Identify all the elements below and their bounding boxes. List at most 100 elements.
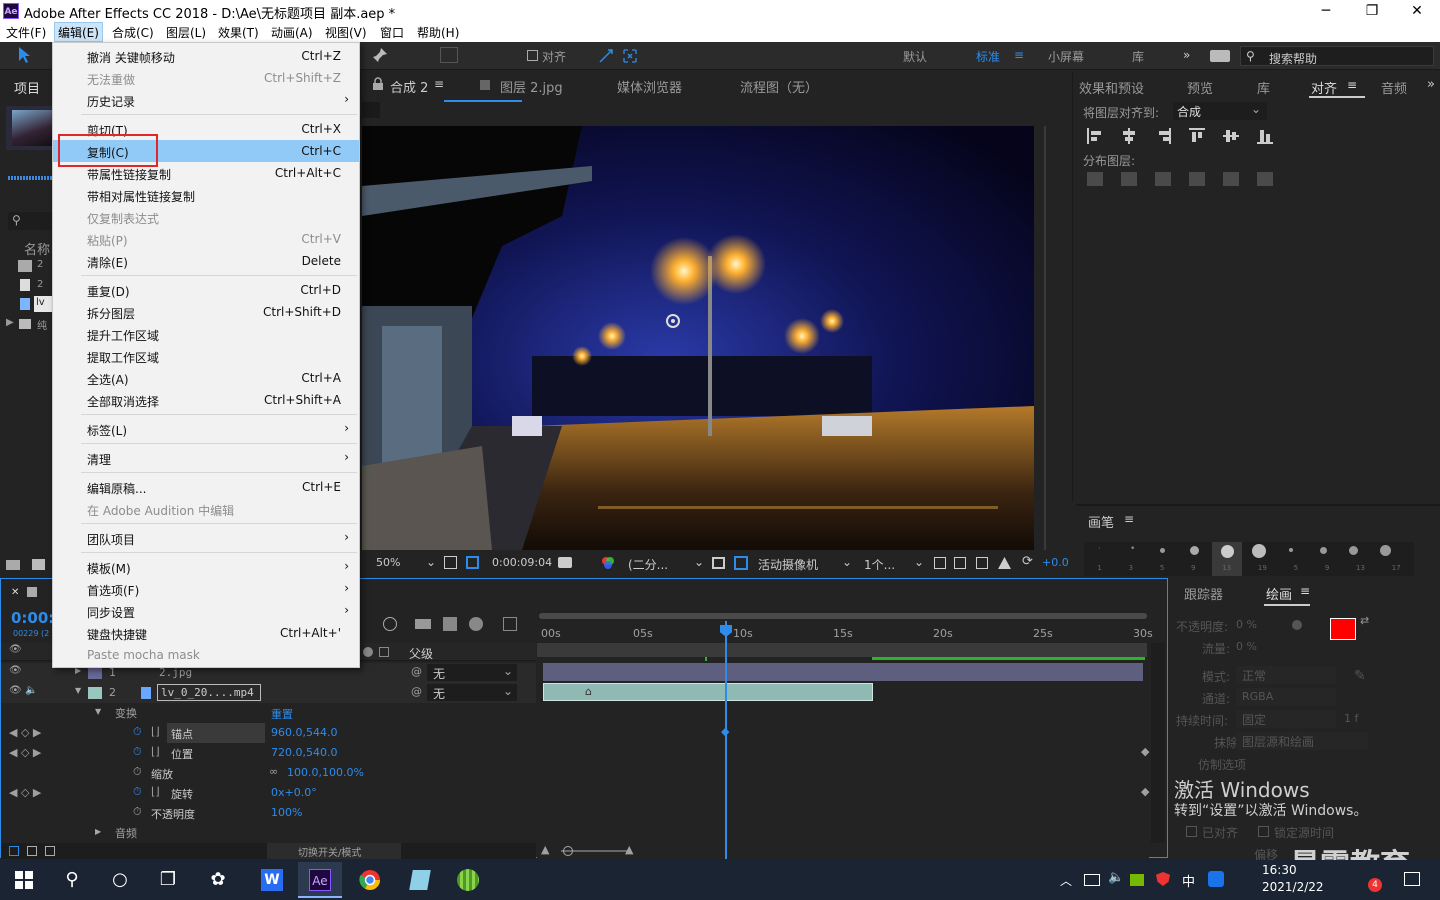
zoom-dropdown[interactable]: 50% [376,556,400,569]
layer-row-2[interactable]: 👁 🔈 ▼ 2 lv_0_20....mp4 @ 无 ⌄ [1,683,536,703]
draft-3d-icon[interactable] [383,617,397,631]
property-row-anchor[interactable]: ◀ ◇ ▶ ⏱ ⌊⌋ 锚点 960.0,544.0 [1,723,536,743]
parent-pickwhip-icon[interactable]: @ [411,665,422,678]
exposure-value[interactable]: +0.0 [1042,556,1069,569]
edit-menu-item-17[interactable]: 全部取消选择 Ctrl+Shift+A [53,389,359,411]
clock-date[interactable]: 2021/2/22 [1262,880,1324,894]
erase-dropdown[interactable]: 图层源和绘画 [1236,732,1368,750]
graph-icon[interactable]: ⌊⌋ [151,785,160,798]
audio-speaker-icon[interactable]: 🔈 [25,685,37,696]
tab-menu-icon[interactable]: ≡ [434,77,444,91]
pinwheel-app-icon[interactable]: ✿ [196,862,240,898]
layer-label-color[interactable] [88,687,102,699]
opacity-value[interactable]: 0 % [1236,618,1257,631]
tab-menu-icon[interactable]: ≡ [1347,78,1357,92]
eyedropper-icon[interactable]: ✎ [1354,668,1366,684]
rgb-channels-icon[interactable] [600,555,616,571]
menu-effect[interactable]: 效果(T) [218,24,259,41]
menu-help[interactable]: 帮助(H) [417,24,459,41]
edit-menu-item-2[interactable]: 历史记录 › [53,89,359,111]
brush-preset-9[interactable] [1190,546,1199,555]
property-row-opacity[interactable]: ⏱ 不透明度 100% [1,803,536,823]
keyframe-icon[interactable]: ◆ [1141,745,1149,758]
tab-audio[interactable]: 音频 [1381,78,1407,97]
tab-flowchart[interactable]: 流程图（无） [740,77,818,96]
brush-preset-3[interactable]: • [1130,544,1135,554]
brush-preset-9-soft[interactable] [1320,547,1327,554]
motion-blur-icon[interactable] [469,617,483,631]
keyframe-nav-icon[interactable]: ◀ ◇ ▶ [9,746,41,759]
edit-menu-item-16[interactable]: 全选(A) Ctrl+A [53,367,359,389]
menu-composition[interactable]: 合成(C) [112,24,154,41]
keyframe-marker-icon[interactable]: ⌂ [585,685,592,698]
notes-app-icon[interactable] [398,862,442,898]
tab-preview[interactable]: 预览 [1187,78,1213,97]
comp-nav-button[interactable] [362,102,380,118]
transform-reset-link[interactable]: 重置 [271,706,293,722]
current-time-indicator[interactable] [725,621,727,859]
anchor-point-icon[interactable] [664,312,682,330]
edit-menu-item-13[interactable]: 拆分图层 Ctrl+Shift+D [53,301,359,323]
tray-expand-icon[interactable]: ︿ [1060,872,1072,889]
keyframe-nav-icon[interactable]: ◀ ◇ ▶ [9,726,41,739]
fast-previews-icon[interactable] [954,557,966,569]
action-center-icon[interactable] [1404,872,1420,886]
cortana-icon[interactable]: ○ [98,862,142,898]
tab-media-browser[interactable]: 媒体浏览器 [617,77,682,96]
graph-editor-icon[interactable] [503,617,517,631]
property-value[interactable]: 0x+0.0° [271,786,317,799]
search-help-input[interactable]: ⚲ 搜索帮助 [1240,46,1434,66]
stopwatch-icon[interactable]: ⏱ [133,745,142,759]
audio-expand-icon[interactable]: ▶ [95,827,101,836]
duration-frames[interactable]: 1 f [1344,712,1358,725]
tab-align[interactable]: 对齐 [1311,78,1337,97]
viewer-scrollbar[interactable] [1044,126,1046,550]
toggle-switches-modes-button[interactable]: 切换开关/模式 [267,843,401,859]
maximize-button[interactable]: ❐ [1349,0,1395,22]
snapshot-camera-icon[interactable] [558,557,572,568]
menu-window[interactable]: 窗口 [380,24,404,41]
wps-writer-icon[interactable]: W [250,862,294,898]
timeline-timecode[interactable]: 0:00: [11,609,54,627]
volume-icon[interactable]: 🔈 [1108,870,1124,885]
parent-column-header[interactable]: 父级 [409,645,433,662]
property-value[interactable]: 720.0,540.0 [271,746,337,759]
foreground-color-swatch[interactable] [1330,618,1356,640]
edit-menu-item-10[interactable]: 清除(E) Delete [53,250,359,272]
snap-icon[interactable] [440,47,458,63]
layer-2-duration-bar[interactable] [543,683,873,701]
align-top-icon[interactable] [1189,128,1205,144]
property-row-scale[interactable]: ⏱ 缩放 ∞ 100.0,100.0% [1,763,536,783]
edit-menu-item-31[interactable]: 键盘快捷键 Ctrl+Alt+' [53,622,359,644]
keyframe-nav-icon[interactable]: ◀ ◇ ▶ [9,786,41,799]
transparency-grid-icon[interactable] [734,556,748,570]
eye-icon[interactable]: 👁 [9,665,22,676]
collapse-arrow-icon[interactable]: ▼ [75,686,81,695]
swap-colors-icon[interactable]: ⇄ [1360,614,1369,627]
reset-exposure-icon[interactable]: ⟳ [1022,554,1033,569]
time-ruler[interactable]: 00s 05s 10s 15s 20s 25s 30s [537,621,1153,643]
aligned-checkbox[interactable] [1186,826,1197,837]
edit-menu-item-19[interactable]: 标签(L) › [53,418,359,440]
timeline-zoom-slider[interactable]: ▲ ▲ [541,843,671,857]
safe-zones-icon[interactable] [444,556,457,569]
align-vertical-center-icon[interactable] [1223,128,1239,144]
grid-snap-icon[interactable] [622,48,638,64]
menu-file[interactable]: 文件(F) [6,24,46,41]
tab-menu-icon[interactable]: ≡ [1124,512,1134,526]
expand-transfer-controls-icon[interactable] [45,846,55,856]
graph-icon[interactable]: ⌊⌋ [151,745,160,758]
edit-menu-item-23[interactable]: 编辑原稿... Ctrl+E [53,476,359,498]
clock-time[interactable]: 16:30 [1262,863,1297,877]
workspace-more-chevron-icon[interactable]: » [1183,48,1190,62]
tab-effects-presets[interactable]: 效果和预设 [1079,78,1144,97]
tab-tracker[interactable]: 跟踪器 [1184,584,1223,603]
tab-composition-2[interactable]: 合成 2 [390,77,428,96]
edit-menu-item-29[interactable]: 首选项(F) › [53,578,359,600]
lock-icon[interactable] [372,77,384,91]
ime-indicator[interactable]: 中 [1182,871,1195,890]
tab-library[interactable]: 库 [1257,78,1270,97]
edit-menu-item-26[interactable]: 团队项目 › [53,527,359,549]
chrome-icon[interactable] [348,862,392,898]
workspace-standard[interactable]: 标准 [976,48,1000,65]
